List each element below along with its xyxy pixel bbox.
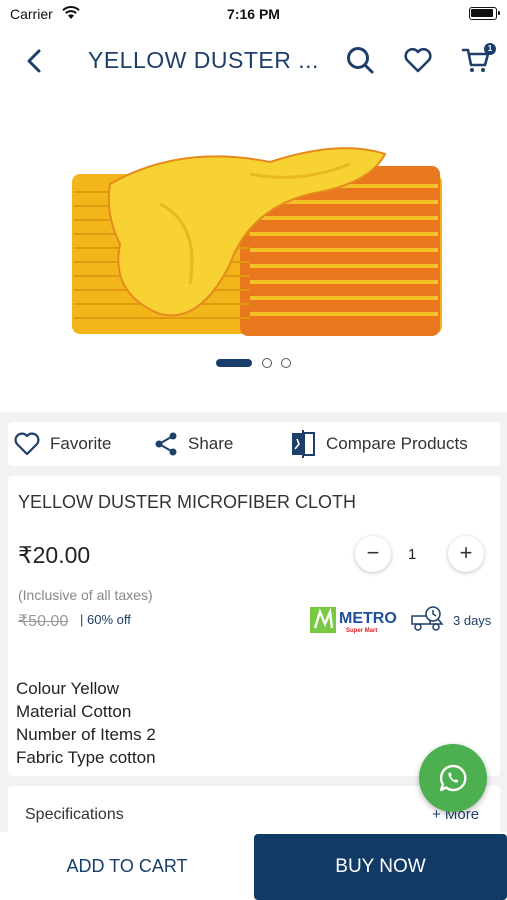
discount-label: | 60% off (80, 612, 131, 627)
cart-count-badge: 1 (484, 43, 496, 55)
product-image-carousel[interactable] (0, 94, 507, 412)
svg-text:Super Mart: Super Mart (346, 628, 377, 634)
whatsapp-chat-button[interactable] (419, 744, 487, 812)
back-chevron-icon[interactable] (22, 46, 48, 76)
product-image (72, 147, 442, 336)
heart-outline-icon (14, 432, 40, 456)
quantity-decrement-button[interactable]: − (355, 536, 391, 572)
share-button[interactable]: Share (154, 422, 233, 466)
share-icon (155, 432, 177, 456)
status-time: 7:16 PM (227, 6, 280, 22)
attribute-number-of-items: Number of Items 2 (16, 725, 156, 744)
product-price: ₹20.00 (18, 542, 91, 568)
favorite-label: Favorite (50, 434, 112, 453)
mrp-price: ₹50.00 (18, 613, 69, 630)
tax-note: (Inclusive of all taxes) (18, 587, 153, 603)
carousel-dot-active[interactable] (216, 359, 252, 367)
purchase-bar: ADD TO CART BUY NOW (0, 832, 507, 900)
nav-bar: YELLOW DUSTER ... 1 (0, 28, 507, 94)
specifications-label: Specifications (25, 806, 124, 823)
quantity-increment-button[interactable]: + (448, 536, 484, 572)
attribute-fabric-type: Fabric Type cotton (16, 748, 156, 767)
svg-text:METRO: METRO (339, 610, 397, 627)
carousel-dot[interactable] (262, 358, 272, 368)
add-to-cart-button[interactable]: ADD TO CART (0, 832, 254, 900)
carousel-dot[interactable] (281, 358, 291, 368)
attribute-material: Material Cotton (16, 702, 132, 721)
compare-products-button[interactable]: Compare Products (290, 422, 468, 466)
delivery-truck-icon (411, 606, 444, 631)
share-label: Share (188, 434, 234, 453)
compare-icon (292, 430, 315, 458)
metro-supermart-logo: METRO Super Mart (310, 607, 397, 634)
attribute-colour: Colour Yellow (16, 679, 120, 698)
heart-icon[interactable] (403, 45, 433, 75)
battery-icon (469, 7, 500, 20)
product-details-card: YELLOW DUSTER MICROFIBER CLOTH ₹20.00 − … (8, 476, 500, 776)
whatsapp-icon (439, 764, 467, 792)
quantity-value: 1 (408, 546, 417, 563)
search-icon[interactable] (345, 45, 375, 75)
page-title: YELLOW DUSTER ... (88, 47, 319, 73)
status-bar: Carrier 7:16 PM (0, 0, 507, 28)
delivery-time: 3 days (453, 613, 492, 628)
buy-now-button[interactable]: BUY NOW (254, 834, 507, 900)
compare-label: Compare Products (326, 434, 468, 453)
favorite-button[interactable]: Favorite (14, 422, 111, 466)
product-name: YELLOW DUSTER MICROFIBER CLOTH (18, 492, 357, 512)
product-actions-bar: Favorite Share Compare Products (8, 422, 500, 466)
